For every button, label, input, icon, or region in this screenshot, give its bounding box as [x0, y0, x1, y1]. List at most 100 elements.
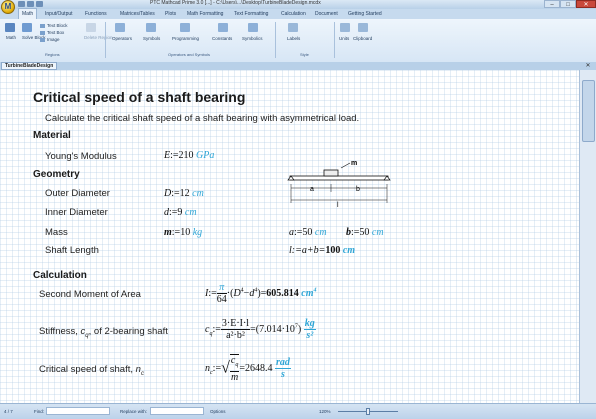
value-d: 9 — [177, 207, 183, 218]
worksheet[interactable]: Critical speed of a shaft bearing Calcul… — [0, 70, 579, 403]
var-D: D — [164, 188, 172, 199]
tab-input-output[interactable]: Input/Output — [42, 9, 76, 19]
unit-m: kg — [192, 227, 203, 238]
unit-b: cm — [371, 227, 384, 238]
symbols-button[interactable]: Symbols — [143, 36, 160, 41]
inner-diameter-label: Inner Diameter — [45, 207, 108, 218]
symbolics-icon[interactable] — [248, 23, 258, 32]
ribbon: Math Solve Block Text Block Text Box Ima… — [0, 19, 596, 63]
symbolics-button[interactable]: Symbolics — [242, 36, 263, 41]
tab-matrices-tables[interactable]: Matrices/Tables — [117, 9, 158, 19]
tab-text-formatting[interactable]: Text Formatting — [231, 9, 271, 19]
var-E: E — [164, 150, 171, 161]
ribbon-separator — [275, 22, 276, 58]
value-b: 50 — [359, 227, 370, 238]
shaft-length-equation[interactable]: l:=a+b=100 cm — [289, 245, 355, 256]
tab-document[interactable]: Document — [312, 9, 341, 19]
value-a: 50 — [302, 227, 313, 238]
critical-speed-result: 2648.4 — [244, 362, 273, 374]
programming-icon[interactable] — [180, 23, 190, 32]
symbols-icon[interactable] — [146, 23, 156, 32]
text-box-button[interactable]: Text Box — [47, 30, 64, 35]
constants-button[interactable]: Constants — [212, 36, 232, 41]
b-equation[interactable]: b:=50 cm — [346, 227, 384, 238]
operators-icon[interactable] — [115, 23, 125, 32]
unit-D: cm — [192, 188, 204, 199]
tab-getting-started[interactable]: Getting Started — [345, 9, 385, 19]
options-button[interactable]: Options — [210, 409, 226, 414]
labels-icon[interactable] — [288, 23, 298, 32]
moment-equation[interactable]: I:= π 64 ·(D4−d4)=605.814 cm4 — [205, 282, 317, 305]
stiffness-unit-den: s² — [306, 330, 314, 341]
outer-diameter-label: Outer Diameter — [45, 188, 110, 199]
math-region-icon[interactable] — [5, 23, 15, 32]
moment-result: 605.814 — [266, 287, 299, 299]
outer-diameter-equation[interactable]: D:=12 cm — [164, 188, 204, 199]
unit-a: cm — [314, 227, 327, 238]
unit-l: cm — [342, 245, 356, 256]
application-menu-button[interactable]: M — [1, 0, 15, 14]
var-b: b — [346, 227, 351, 238]
close-button[interactable]: ✕ — [576, 0, 596, 8]
mass-equation[interactable]: m:=10 kg — [164, 227, 202, 238]
find-input[interactable] — [46, 407, 110, 415]
value-D: 12 — [179, 188, 190, 199]
text-box-icon[interactable] — [40, 31, 45, 35]
delete-region-button[interactable]: Delete Region — [84, 35, 113, 40]
clipboard-icon[interactable] — [358, 23, 368, 32]
minimize-button[interactable]: – — [544, 0, 560, 8]
text-block-icon[interactable] — [40, 24, 45, 28]
intro-text: Calculate the critical shaft speed of a … — [45, 113, 360, 124]
status-bar: 4 / 7 Find: Replace with: Options 120% — [0, 403, 596, 419]
var-a: a — [289, 227, 294, 238]
operators-button[interactable]: Operators — [112, 36, 132, 41]
image-icon[interactable] — [40, 38, 45, 42]
math-button-label[interactable]: Math — [6, 35, 16, 40]
diagram-label-l: l — [337, 202, 339, 209]
diagram-label-a: a — [310, 186, 314, 193]
mass-block — [323, 169, 339, 177]
mass-label: Mass — [45, 227, 68, 238]
moment-unit-exponent: 4 — [313, 287, 317, 294]
clipboard-button[interactable]: Clipboard — [353, 36, 372, 41]
document-tab[interactable]: TurbineBladeDesign — [1, 62, 58, 70]
save-icon[interactable] — [18, 1, 25, 7]
stiffness-denominator: a²·b² — [226, 330, 245, 341]
scrollbar-thumb[interactable] — [582, 80, 595, 142]
text-block-button[interactable]: Text Block — [47, 23, 68, 28]
youngs-modulus-label: Young's Modulus — [45, 151, 117, 162]
youngs-modulus-equation[interactable]: E:=210 GPa — [164, 150, 214, 161]
stiffness-equation[interactable]: cq:= 3·E·I·l a²·b² =(7.014·107) kg s² — [205, 318, 316, 341]
style-group-label: Style — [300, 52, 309, 57]
operators-group-label: Operators and Symbols — [168, 52, 211, 57]
units-button[interactable]: Units — [339, 36, 349, 41]
pi-constants-icon[interactable] — [218, 23, 228, 32]
tab-math[interactable]: Math — [18, 8, 38, 19]
tab-calculation[interactable]: Calculation — [278, 9, 309, 19]
maximize-button[interactable]: □ — [560, 0, 576, 8]
replace-input[interactable] — [150, 407, 204, 415]
units-icon[interactable] — [340, 23, 350, 32]
critical-speed-equation[interactable]: nc:=√ cq m =2648.4 rad s — [205, 354, 291, 383]
delete-region-icon[interactable] — [86, 23, 96, 32]
inner-diameter-equation[interactable]: d:=9 cm — [164, 207, 197, 218]
undo-icon[interactable] — [27, 1, 34, 7]
tab-math-formatting[interactable]: Math Formatting — [184, 9, 226, 19]
labels-button[interactable]: Labels — [287, 36, 300, 41]
var-I: I — [205, 287, 209, 299]
redo-icon[interactable] — [36, 1, 43, 7]
a-equation[interactable]: a:=50 cm — [289, 227, 327, 238]
title-bar: PTC Mathcad Prime 3.0 [...] - C:\Users\.… — [0, 0, 596, 9]
zoom-slider-thumb[interactable] — [366, 408, 370, 415]
document-tab-strip — [0, 62, 596, 70]
critical-speed-label: Critical speed of shaft, nc — [39, 364, 144, 377]
value-E: 210 — [178, 150, 194, 161]
close-document-icon[interactable]: ✕ — [584, 62, 592, 70]
tab-plots[interactable]: Plots — [162, 9, 179, 19]
ribbon-separator — [334, 22, 335, 58]
var-d: d — [164, 207, 169, 218]
solve-block-icon[interactable] — [22, 23, 32, 32]
programming-button[interactable]: Programming — [172, 36, 199, 41]
image-button[interactable]: Image — [47, 37, 60, 42]
tab-functions[interactable]: Functions — [82, 9, 110, 19]
